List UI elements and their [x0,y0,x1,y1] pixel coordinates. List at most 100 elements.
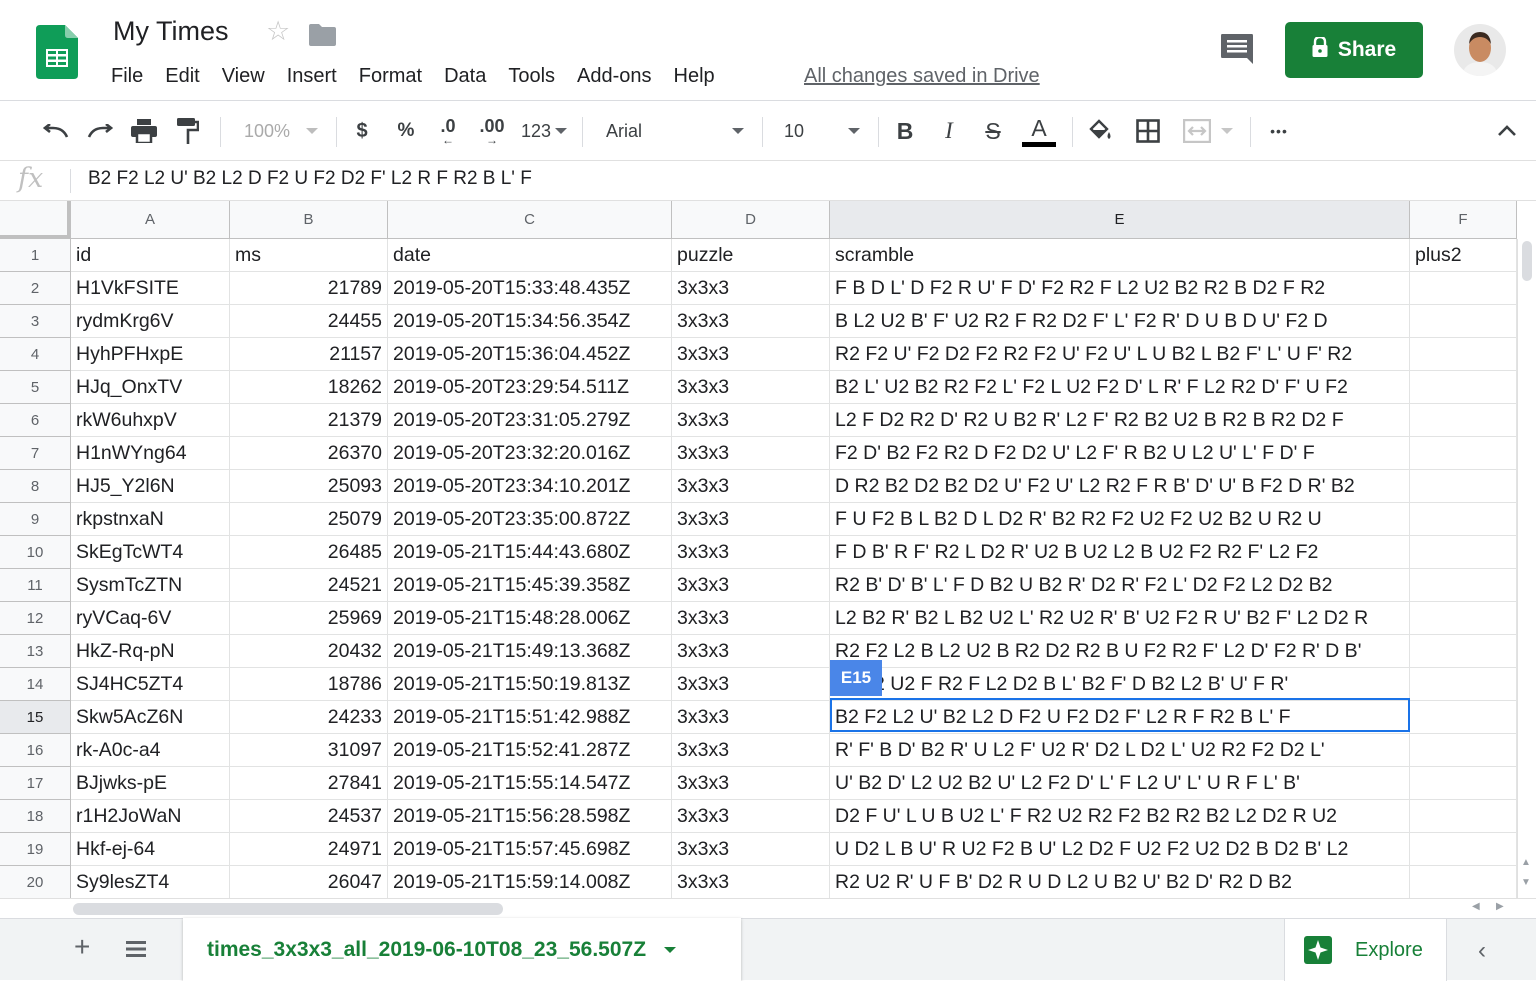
cell-d9[interactable]: 3x3x3 [672,503,830,536]
cell-c15[interactable]: 2019-05-21T15:51:42.988Z [388,701,672,734]
cell-d4[interactable]: 3x3x3 [672,338,830,371]
more-formats-button[interactable]: 123 [518,101,570,161]
cell-b14[interactable]: 18786 [230,668,388,701]
cell-d3[interactable]: 3x3x3 [672,305,830,338]
save-status-link[interactable]: All changes saved in Drive [804,62,1040,90]
row-header-12[interactable]: 12 [0,602,71,635]
sheets-logo-icon[interactable] [36,25,78,79]
cell-f11[interactable] [1410,569,1517,602]
menu-format[interactable]: Format [348,62,433,90]
column-header-f[interactable]: F [1410,201,1517,239]
cell-e13[interactable]: R2 F2 L2 B L2 U2 B R2 D2 R2 B U F2 R2 F'… [830,635,1410,668]
cell-d12[interactable]: 3x3x3 [672,602,830,635]
scroll-right-icon[interactable]: ▶ [1496,901,1504,912]
cell-f15[interactable] [1410,701,1517,734]
cell-a20[interactable]: Sy9lesZT4 [71,866,230,898]
redo-icon[interactable] [84,101,116,161]
cell-e19[interactable]: U D2 L B U' R U2 F2 B U' L2 D2 F U2 F2 U… [830,833,1410,866]
cell-f6[interactable] [1410,404,1517,437]
font-family-select[interactable]: Arial [600,101,750,161]
cell-a3[interactable]: rydmKrg6V [71,305,230,338]
cell-e8[interactable]: D R2 B2 D2 B2 D2 U' F2 U' L2 R2 F R B' D… [830,470,1410,503]
explore-button[interactable]: Explore [1284,919,1447,981]
menu-file[interactable]: File [111,62,154,90]
cell-a6[interactable]: rkW6uhxpV [71,404,230,437]
avatar[interactable] [1454,24,1506,76]
column-header-d[interactable]: D [672,201,830,239]
cell-a12[interactable]: ryVCaq-6V [71,602,230,635]
cell-c17[interactable]: 2019-05-21T15:55:14.547Z [388,767,672,800]
cell-c5[interactable]: 2019-05-20T23:29:54.511Z [388,371,672,404]
cell-b7[interactable]: 26370 [230,437,388,470]
cell-d18[interactable]: 3x3x3 [672,800,830,833]
cell-f2[interactable] [1410,272,1517,305]
column-header-c[interactable]: C [388,201,672,239]
cell-e1[interactable]: scramble [830,239,1410,272]
row-header-16[interactable]: 16 [0,734,71,767]
cell-d16[interactable]: 3x3x3 [672,734,830,767]
cell-a5[interactable]: HJq_OnxTV [71,371,230,404]
cell-f16[interactable] [1410,734,1517,767]
row-header-9[interactable]: 9 [0,503,71,536]
cell-c2[interactable]: 2019-05-20T15:33:48.435Z [388,272,672,305]
cell-f13[interactable] [1410,635,1517,668]
cell-f18[interactable] [1410,800,1517,833]
cell-b5[interactable]: 18262 [230,371,388,404]
cell-e11[interactable]: R2 B' D' B' L' F D B2 U B2 R' D2 R' F2 L… [830,569,1410,602]
cell-e5[interactable]: B2 L' U2 B2 R2 F2 L' F2 L U2 F2 D' L R' … [830,371,1410,404]
cell-f17[interactable] [1410,767,1517,800]
cell-b16[interactable]: 31097 [230,734,388,767]
cell-c16[interactable]: 2019-05-21T15:52:41.287Z [388,734,672,767]
chevron-left-icon[interactable]: ‹ [1478,937,1486,965]
add-sheet-button[interactable]: + [74,933,90,961]
cell-b3[interactable]: 24455 [230,305,388,338]
horizontal-scrollbar[interactable]: ◀ ▶ [0,898,1536,918]
cell-a7[interactable]: H1nWYng64 [71,437,230,470]
cell-c19[interactable]: 2019-05-21T15:57:45.698Z [388,833,672,866]
row-header-4[interactable]: 4 [0,338,71,371]
all-sheets-icon[interactable] [124,939,148,959]
cell-c7[interactable]: 2019-05-20T23:32:20.016Z [388,437,672,470]
collapse-toolbar-icon[interactable] [1494,101,1520,161]
cell-f5[interactable] [1410,371,1517,404]
cell-b13[interactable]: 20432 [230,635,388,668]
cell-d5[interactable]: 3x3x3 [672,371,830,404]
column-header-a[interactable]: A [71,201,230,239]
row-header-20[interactable]: 20 [0,866,71,898]
paint-format-icon[interactable] [172,101,204,161]
share-button[interactable]: Share [1285,22,1423,78]
cell-d6[interactable]: 3x3x3 [672,404,830,437]
folder-icon[interactable] [309,24,336,46]
cell-f7[interactable] [1410,437,1517,470]
cell-d1[interactable]: puzzle [672,239,830,272]
cell-b2[interactable]: 21789 [230,272,388,305]
font-size-select[interactable]: 10 [778,101,866,161]
percent-format-button[interactable]: % [392,101,420,161]
cell-e14[interactable]: L2 F2 U2 F R2 F L2 D2 B L' B2 F' D B2 L2… [830,668,1410,701]
cell-c20[interactable]: 2019-05-21T15:59:14.008Z [388,866,672,898]
italic-button[interactable]: I [934,101,964,161]
menu-help[interactable]: Help [663,62,726,90]
cell-a8[interactable]: HJ5_Y2l6N [71,470,230,503]
cell-d19[interactable]: 3x3x3 [672,833,830,866]
cell-f8[interactable] [1410,470,1517,503]
cell-e20[interactable]: R2 U2 R' U F B' D2 R U D L2 U B2 U' B2 D… [830,866,1410,898]
cell-e17[interactable]: U' B2 D' L2 U2 B2 U' L2 F2 D' L' F L2 U'… [830,767,1410,800]
cell-d17[interactable]: 3x3x3 [672,767,830,800]
cell-a11[interactable]: SysmTcZTN [71,569,230,602]
cell-a14[interactable]: SJ4HC5ZT4 [71,668,230,701]
cell-a15[interactable]: Skw5AcZ6N [71,701,230,734]
cell-c3[interactable]: 2019-05-20T15:34:56.354Z [388,305,672,338]
decrease-decimal-button[interactable]: .0 ← [432,101,464,161]
cell-a17[interactable]: BJjwks-pE [71,767,230,800]
row-header-2[interactable]: 2 [0,272,71,305]
row-header-3[interactable]: 3 [0,305,71,338]
document-title[interactable]: My Times [113,16,229,47]
cell-b1[interactable]: ms [230,239,388,272]
currency-format-button[interactable]: $ [348,101,376,161]
cell-d14[interactable]: 3x3x3 [672,668,830,701]
cell-b9[interactable]: 25079 [230,503,388,536]
cell-f12[interactable] [1410,602,1517,635]
cell-f14[interactable] [1410,668,1517,701]
merge-cells-button[interactable] [1178,101,1238,161]
